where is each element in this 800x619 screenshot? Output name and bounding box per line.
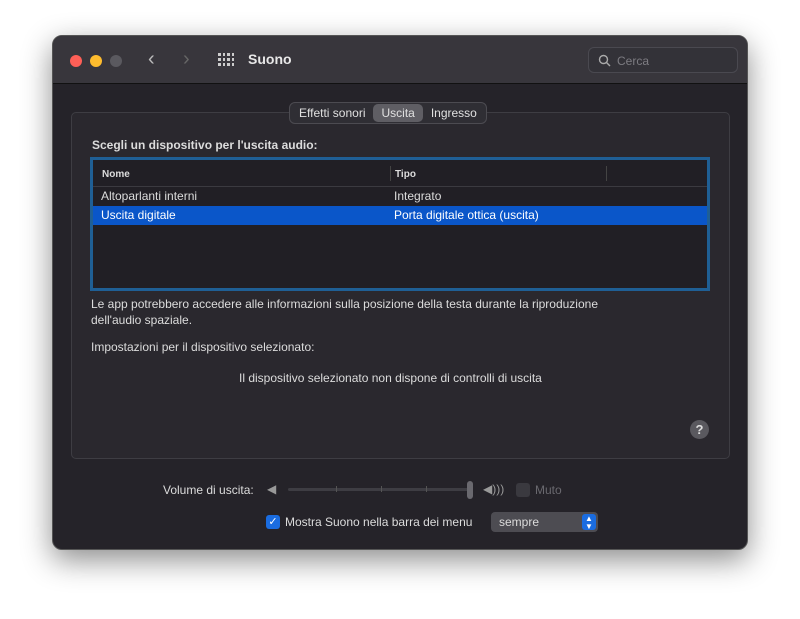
mute-label: Muto [535,483,562,497]
tab-bar: Effetti sonori Uscita Ingresso [289,102,487,124]
sound-preferences-window: ‹ › Suono Cerca Effetti sonori Uscita In… [52,35,748,550]
device-name: Uscita digitale [101,208,176,222]
search-input[interactable]: Cerca [588,47,738,73]
slider-tick [381,486,382,492]
chevron-updown-icon: ▲ ▼ [582,514,596,531]
forward-icon[interactable]: › [183,48,190,71]
volume-slider[interactable] [288,488,471,491]
tab-ingresso[interactable]: Ingresso [423,104,485,122]
table-row[interactable]: Altoparlanti interni Integrato [93,187,707,206]
column-nome[interactable]: Nome [102,169,130,180]
tab-effetti-sonori[interactable]: Effetti sonori [291,104,373,122]
window-title: Suono [248,51,292,67]
volume-label: Volume di uscita: [163,483,254,497]
show-in-menu-label: Mostra Suono nella barra dei menu [285,515,473,529]
volume-slider-knob[interactable] [467,481,473,499]
show-option-value: sempre [499,515,540,529]
close-button[interactable] [70,55,82,67]
column-tipo[interactable]: Tipo [395,169,416,180]
settings-label: Impostazioni per il dispositivo selezion… [91,340,315,354]
device-heading: Scegli un dispositivo per l'uscita audio… [92,138,318,152]
minimize-button[interactable] [90,55,102,67]
spatial-audio-note: Le app potrebbero accedere alle informaz… [91,297,598,311]
device-type: Integrato [394,189,442,203]
slider-tick [336,486,337,492]
volume-high-icon: ◀))) [483,482,505,496]
device-type: Porta digitale ottica (uscita) [394,208,539,222]
title-bar: ‹ › Suono Cerca [53,36,747,84]
search-placeholder: Cerca [617,54,650,68]
device-name: Altoparlanti interni [101,189,198,203]
spatial-audio-note-2: dell'audio spaziale. [91,313,193,327]
mute-checkbox[interactable] [516,483,530,497]
volume-low-icon: ◀ [267,482,277,496]
table-row-selected[interactable]: Uscita digitale Porta digitale ottica (u… [93,206,707,225]
show-all-grid-icon[interactable] [218,53,234,67]
no-controls-message: Il dispositivo selezionato non dispone d… [239,371,542,385]
show-in-menu-checkbox[interactable]: ✓ [266,515,280,529]
slider-tick [426,486,427,492]
zoom-button[interactable] [110,55,122,67]
table-header: Nome Tipo [93,160,707,187]
search-icon [598,54,611,67]
device-table[interactable]: Nome Tipo Altoparlanti interni Integrato… [90,157,710,291]
show-option-select[interactable]: sempre ▲ ▼ [491,512,598,532]
back-icon[interactable]: ‹ [148,48,155,71]
help-button[interactable]: ? [690,420,709,439]
tab-uscita[interactable]: Uscita [373,104,423,122]
